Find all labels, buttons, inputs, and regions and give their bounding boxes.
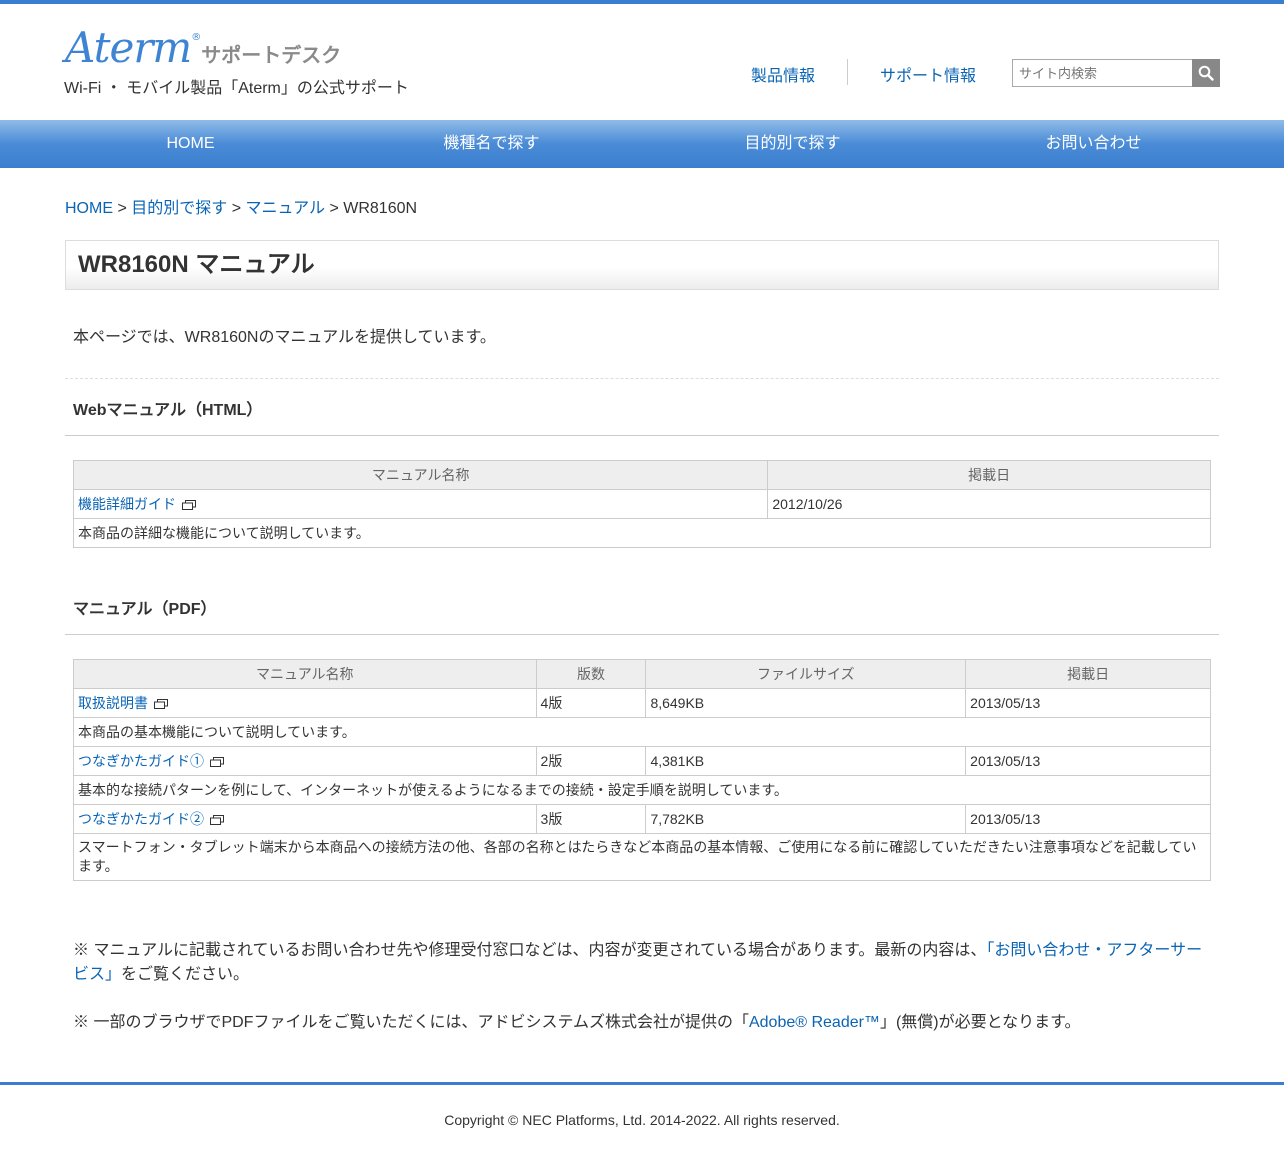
column-header-date: 掲載日 bbox=[767, 460, 1211, 490]
copyright: Copyright © NEC Platforms, Ltd. 2014-202… bbox=[444, 1112, 840, 1128]
top-accent-bar bbox=[0, 0, 1284, 4]
nav-item-search-by-purpose[interactable]: 目的別で探す bbox=[642, 120, 943, 168]
publish-date: 2013/05/13 bbox=[965, 688, 1211, 718]
note-contact-change: ※ マニュアルに記載されているお問い合わせ先や修理受付窓口などは、内容が変更され… bbox=[73, 939, 1213, 987]
file-size: 4,381KB bbox=[645, 746, 967, 776]
table-row: つなぎかたガイド② 3版 7,782KB 2013/05/13 bbox=[73, 804, 1211, 834]
table-row-description: 本商品の詳細な機能について説明しています。 bbox=[73, 518, 1211, 548]
file-size: 7,782KB bbox=[645, 804, 967, 834]
manual-link-feature-guide[interactable]: 機能詳細ガイド bbox=[78, 496, 196, 512]
table-row: 取扱説明書 4版 8,649KB 2013/05/13 bbox=[73, 688, 1211, 718]
column-header-name: マニュアル名称 bbox=[73, 659, 537, 689]
search-button[interactable] bbox=[1192, 59, 1220, 87]
breadcrumb-purpose[interactable]: 目的別で探す bbox=[131, 200, 227, 217]
table-row-description: 基本的な接続パターンを例にして、インターネットが使えるようになるまでの接続・設定… bbox=[73, 775, 1211, 805]
breadcrumb-separator: > bbox=[227, 200, 246, 217]
aterm-logo[interactable]: Aterm® サポートデスク bbox=[65, 26, 341, 70]
publish-date: 2013/05/13 bbox=[965, 746, 1211, 776]
publish-date: 2013/05/13 bbox=[965, 804, 1211, 834]
logo-registered-mark: ® bbox=[191, 32, 202, 43]
nav-item-contact[interactable]: お問い合わせ bbox=[943, 120, 1244, 168]
manual-description: 本商品の詳細な機能について説明しています。 bbox=[73, 518, 1211, 548]
table-header-row: マニュアル名称 掲載日 bbox=[72, 460, 1211, 490]
table-row: つなぎかたガイド① 2版 4,381KB 2013/05/13 bbox=[73, 746, 1211, 776]
file-size: 8,649KB bbox=[645, 688, 967, 718]
nav-item-home[interactable]: HOME bbox=[40, 120, 341, 168]
header-link-products[interactable]: 製品情報 bbox=[751, 62, 815, 86]
manual-description: 本商品の基本機能について説明しています。 bbox=[73, 717, 1211, 747]
breadcrumb-manual[interactable]: マニュアル bbox=[245, 200, 325, 217]
column-header-date: 掲載日 bbox=[965, 659, 1211, 689]
intro-text: 本ページでは、WR8160Nのマニュアルを提供しています。 bbox=[73, 329, 496, 346]
breadcrumb-separator: > bbox=[113, 200, 132, 217]
external-window-icon bbox=[210, 815, 224, 825]
site-tagline: Wi-Fi ・ モバイル製品「Aterm」の公式サポート bbox=[64, 80, 409, 97]
publish-date: 2012/10/26 bbox=[767, 489, 1211, 519]
breadcrumb-home[interactable]: HOME bbox=[65, 200, 113, 217]
table-row: 機能詳細ガイド 2012/10/26 bbox=[72, 489, 1211, 519]
header-divider bbox=[847, 59, 848, 85]
global-nav: HOME 機種名で探す 目的別で探す お問い合わせ bbox=[0, 120, 1284, 168]
manual-link-instruction[interactable]: 取扱説明書 bbox=[78, 695, 168, 711]
manual-link-connection-guide-1[interactable]: つなぎかたガイド① bbox=[78, 753, 224, 769]
section-divider bbox=[65, 378, 1219, 379]
logo-text: Aterm bbox=[65, 23, 192, 72]
note-text: ※ 一部のブラウザでPDFファイルをご覧いただくには、アドビシステムズ株式会社が… bbox=[73, 1014, 749, 1031]
external-window-icon bbox=[210, 757, 224, 767]
logo-subtitle: サポートデスク bbox=[201, 45, 342, 67]
table-row-description: スマートフォン・タブレット端末から本商品への接続方法の他、各部の名称とはたらきな… bbox=[73, 833, 1211, 881]
breadcrumb-separator: > bbox=[325, 200, 344, 217]
column-header-edition: 版数 bbox=[535, 659, 647, 689]
note-text: 」(無償)が必要となります。 bbox=[879, 1014, 1081, 1031]
page-title: WR8160N マニュアル bbox=[78, 251, 315, 278]
footer-accent-bar bbox=[0, 1082, 1284, 1085]
manual-link-connection-guide-2[interactable]: つなぎかたガイド② bbox=[78, 811, 224, 827]
pdf-manual-heading: マニュアル（PDF） bbox=[65, 595, 1219, 635]
column-header-name: マニュアル名称 bbox=[72, 460, 769, 490]
web-manual-heading: Webマニュアル（HTML） bbox=[65, 396, 1219, 436]
nav-item-search-by-model[interactable]: 機種名で探す bbox=[341, 120, 642, 168]
breadcrumb: HOME > 目的別で探す > マニュアル > WR8160N bbox=[65, 194, 417, 218]
page-title-box: WR8160N マニュアル bbox=[65, 240, 1219, 290]
note-text: ※ マニュアルに記載されているお問い合わせ先や修理受付窓口などは、内容が変更され… bbox=[73, 942, 987, 959]
adobe-reader-link[interactable]: Adobe® Reader™ bbox=[749, 1014, 880, 1031]
column-header-file-size: ファイルサイズ bbox=[645, 659, 967, 689]
manual-description: 基本的な接続パターンを例にして、インターネットが使えるようになるまでの接続・設定… bbox=[73, 775, 1211, 805]
web-manual-table: マニュアル名称 掲載日 機能詳細ガイド 2012/10/26 本商品の詳細な機能… bbox=[72, 460, 1211, 548]
external-window-icon bbox=[154, 699, 168, 709]
manual-description: スマートフォン・タブレット端末から本商品への接続方法の他、各部の名称とはたらきな… bbox=[73, 833, 1211, 881]
search-icon bbox=[1198, 65, 1214, 81]
site-search bbox=[1012, 59, 1220, 87]
note-adobe-reader: ※ 一部のブラウザでPDFファイルをご覧いただくには、アドビシステムズ株式会社が… bbox=[73, 1011, 1213, 1035]
table-row-description: 本商品の基本機能について説明しています。 bbox=[73, 717, 1211, 747]
edition: 3版 bbox=[535, 804, 647, 834]
external-window-icon bbox=[182, 500, 196, 510]
edition: 2版 bbox=[535, 746, 647, 776]
table-header-row: マニュアル名称 版数 ファイルサイズ 掲載日 bbox=[73, 659, 1211, 689]
search-input[interactable] bbox=[1012, 59, 1193, 87]
edition: 4版 bbox=[535, 688, 647, 718]
pdf-manual-table: マニュアル名称 版数 ファイルサイズ 掲載日 取扱説明書 4版 8,649KB … bbox=[73, 659, 1211, 881]
header-link-support[interactable]: サポート情報 bbox=[880, 62, 976, 86]
note-text: をご覧ください。 bbox=[121, 966, 250, 983]
breadcrumb-current: WR8160N bbox=[343, 200, 418, 217]
